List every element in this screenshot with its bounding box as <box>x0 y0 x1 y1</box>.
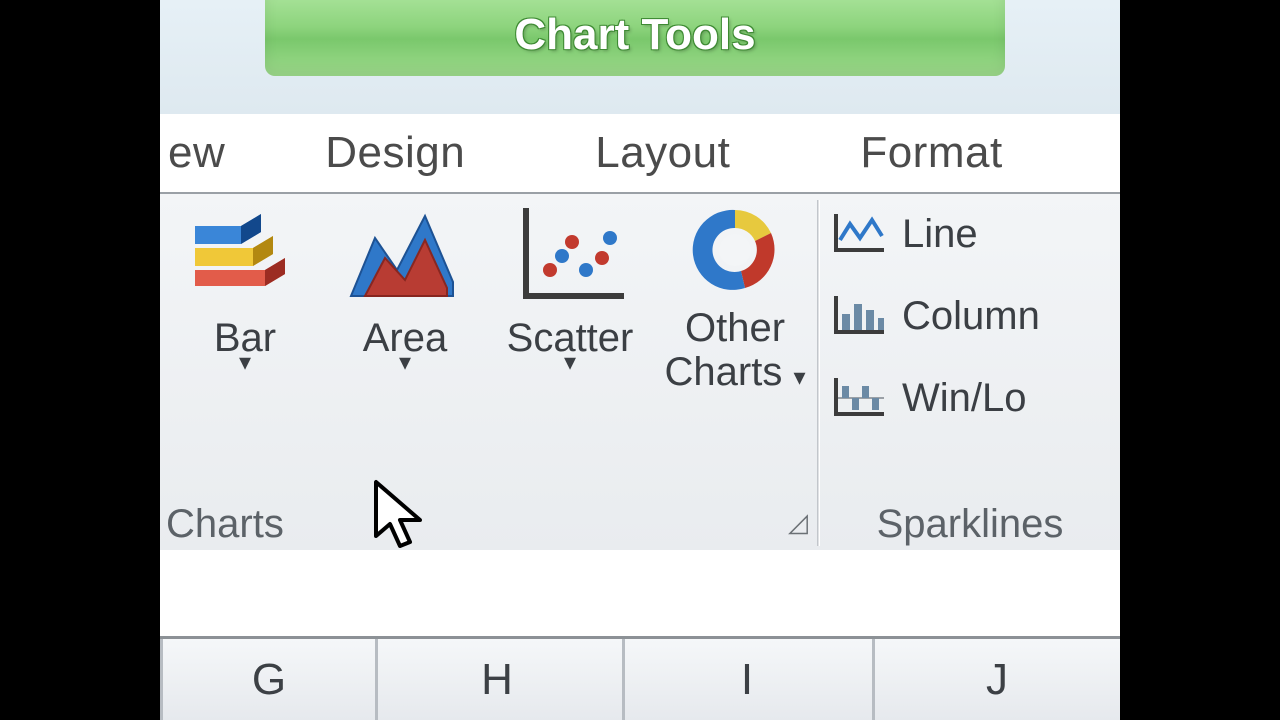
column-header-g[interactable]: G <box>160 639 378 720</box>
dropdown-caret-icon: ▾ <box>170 358 320 368</box>
sparkline-winloss-label: Win/Lo <box>902 376 1027 421</box>
scatter-chart-icon <box>510 200 630 310</box>
sparkline-column-button[interactable]: Column <box>832 284 1120 348</box>
contextual-tab-title-label: Chart Tools <box>514 10 755 60</box>
area-chart-button[interactable]: Area ▾ <box>330 200 480 368</box>
sparkline-column-icon <box>832 292 888 340</box>
donut-chart-icon <box>680 200 790 300</box>
sparkline-line-label: Line <box>902 212 978 257</box>
sparkline-line-button[interactable]: Line <box>832 202 1120 266</box>
group-sparklines-label: Sparklines <box>820 500 1120 548</box>
area-chart-icon <box>345 200 465 310</box>
group-charts-label: Charts <box>160 500 820 548</box>
sparkline-winloss-icon <box>832 374 888 422</box>
group-sparklines: Line Column <box>820 194 1120 552</box>
ribbon-tabs: ew Design Layout Format <box>160 114 1120 192</box>
sparkline-winloss-button[interactable]: Win/Lo <box>832 366 1120 430</box>
sparkline-line-icon <box>832 210 888 258</box>
tab-partial[interactable]: ew <box>160 128 255 178</box>
ribbon: Charts ◿ <box>160 192 1120 554</box>
other-charts-label: Other Charts ▾ <box>655 306 815 394</box>
sparkline-column-label: Column <box>902 294 1040 339</box>
bar-chart-button[interactable]: Bar ▾ <box>170 200 320 368</box>
column-headers: G H I J <box>160 639 1120 720</box>
dropdown-caret-icon: ▾ <box>793 364 805 391</box>
group-charts: Charts ◿ <box>160 194 820 552</box>
bar-chart-icon <box>185 200 305 310</box>
contextual-tab-title: Chart Tools <box>265 0 1005 76</box>
column-header-h[interactable]: H <box>372 639 625 720</box>
tab-format[interactable]: Format <box>830 128 1032 178</box>
scatter-chart-button[interactable]: Scatter ▾ <box>490 200 650 368</box>
formula-bar[interactable] <box>160 550 1120 639</box>
column-header-i[interactable]: I <box>622 639 875 720</box>
dropdown-caret-icon: ▾ <box>330 358 480 368</box>
other-charts-button[interactable]: Other Charts ▾ <box>655 200 815 394</box>
column-header-j[interactable]: J <box>872 639 1122 720</box>
tab-layout[interactable]: Layout <box>565 128 760 178</box>
dialog-launcher-icon[interactable]: ◿ <box>784 508 812 536</box>
tab-design[interactable]: Design <box>295 128 495 178</box>
